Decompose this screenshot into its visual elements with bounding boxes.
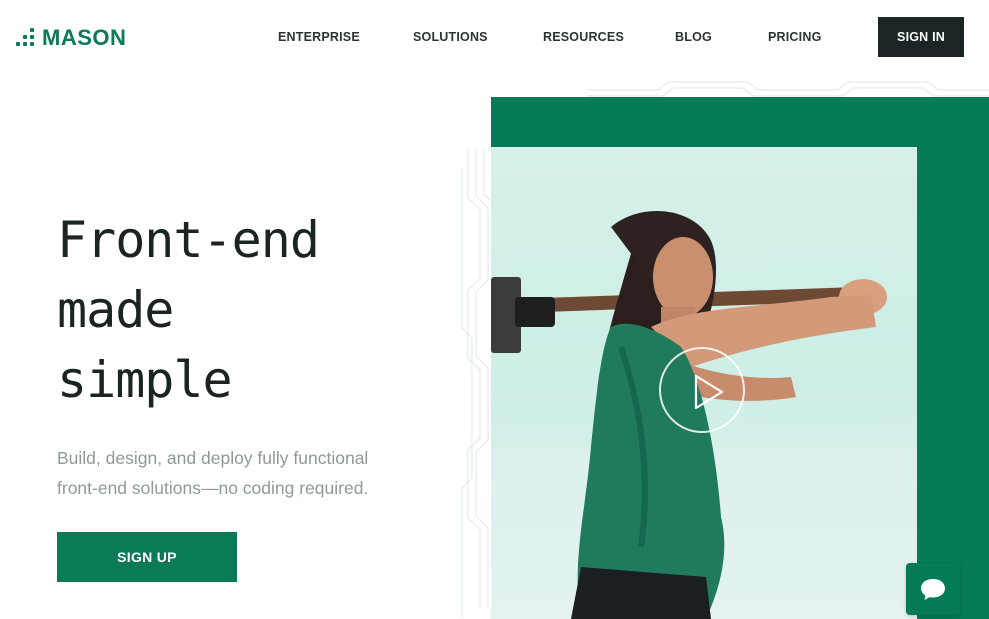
play-icon — [694, 374, 724, 410]
nav-pricing[interactable]: PRICING — [768, 30, 822, 44]
site-header: MASON ENTERPRISE SOLUTIONS RESOURCES BLO… — [0, 0, 989, 76]
sign-in-button[interactable]: SIGN IN — [878, 17, 964, 57]
hero-title-line: made — [57, 281, 174, 339]
nav-enterprise[interactable]: ENTERPRISE — [278, 30, 360, 44]
mason-logo[interactable]: MASON — [16, 24, 126, 52]
hero-subtitle-line: Build, design, and deploy fully function… — [57, 448, 369, 468]
nav-resources[interactable]: RESOURCES — [543, 30, 624, 44]
play-video-button[interactable] — [659, 347, 745, 433]
hero-title-line: simple — [57, 351, 233, 409]
brand-name: MASON — [42, 25, 127, 50]
nav-blog[interactable]: BLOG — [675, 30, 712, 44]
logo-dots-icon — [16, 28, 38, 48]
chat-bubble-icon — [921, 579, 945, 600]
sign-up-button[interactable]: SIGN UP — [57, 532, 237, 582]
hero-subtitle: Build, design, and deploy fully function… — [57, 443, 417, 503]
hero-title: Front-end made simple — [57, 205, 437, 415]
hero-title-line: Front-end — [57, 211, 320, 269]
nav-solutions[interactable]: SOLUTIONS — [413, 30, 488, 44]
chat-widget-button[interactable] — [906, 563, 960, 615]
hero-subtitle-line: front-end solutions—no coding required. — [57, 478, 369, 498]
